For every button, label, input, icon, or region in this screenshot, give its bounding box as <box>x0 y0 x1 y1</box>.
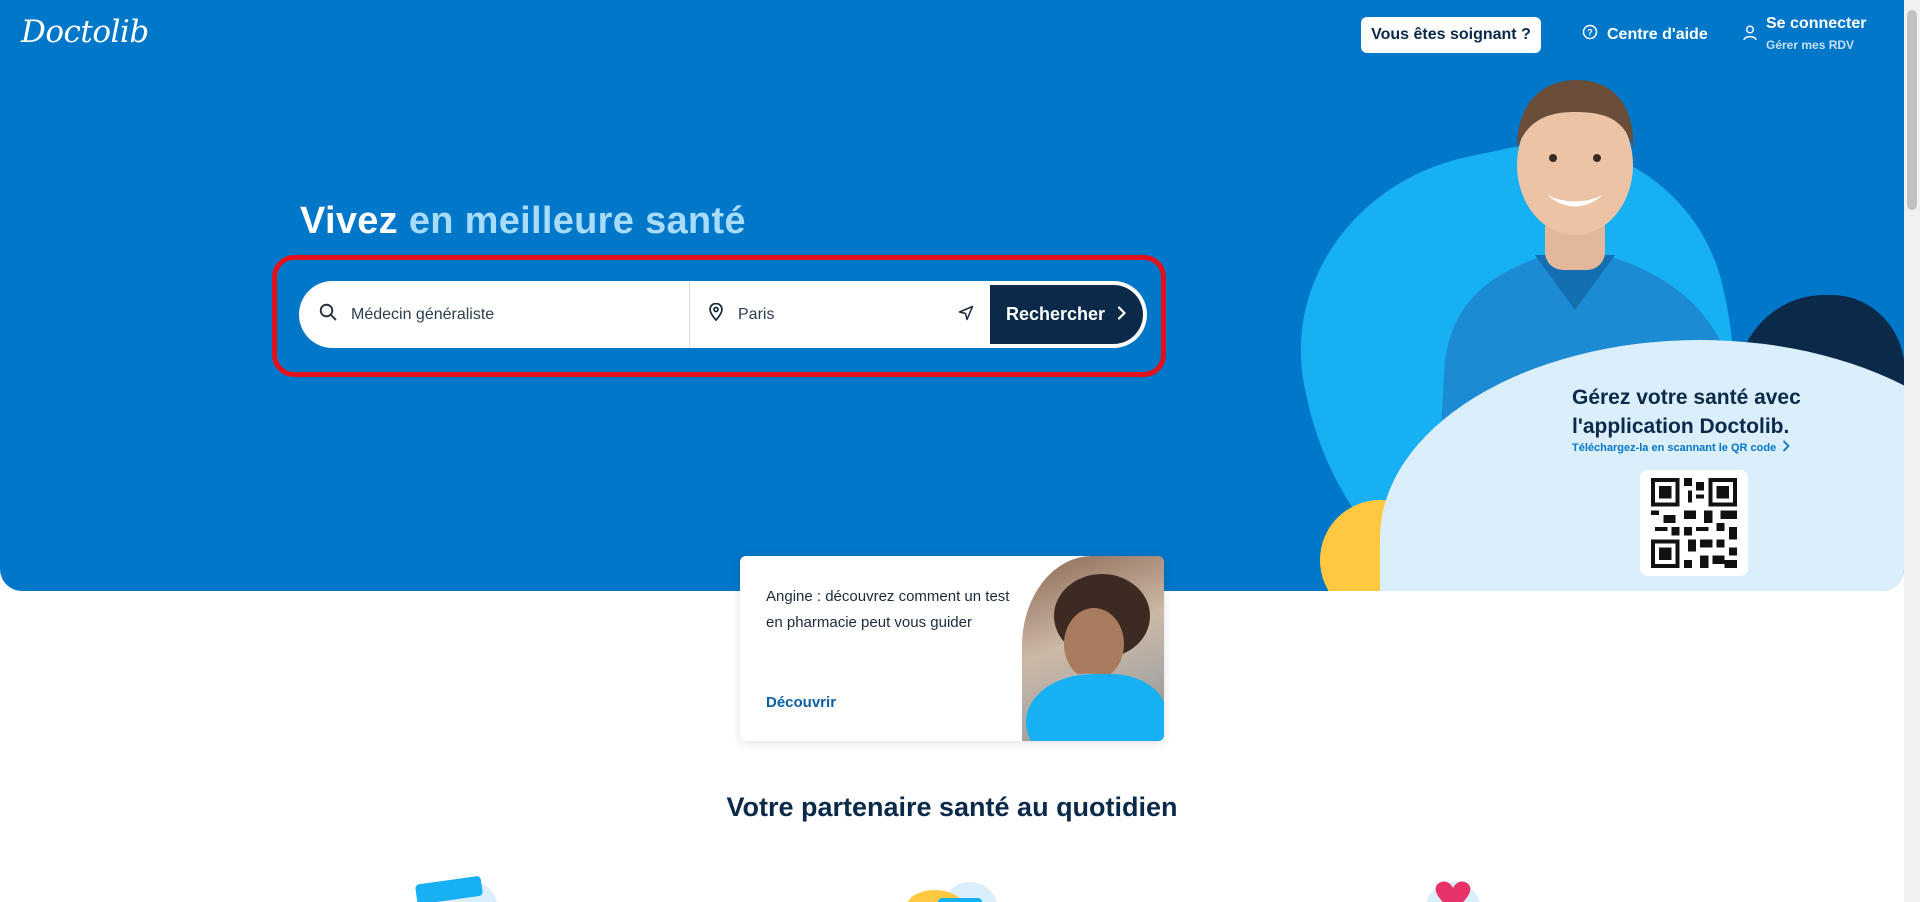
hero-banner: Doctolib Vous êtes soignant ? ? Centre d… <box>0 0 1904 591</box>
navigation-arrow-icon <box>958 305 974 326</box>
search-bar: Rechercher <box>299 281 1147 348</box>
section-title: Votre partenaire santé au quotidien <box>726 792 1178 822</box>
headline-part-1: Vivez <box>300 200 398 242</box>
svg-text:?: ? <box>1587 28 1593 38</box>
headline-part-2: en meilleure santé <box>408 200 746 242</box>
app-promo-title: Gérez votre santé avec l'application Doc… <box>1572 386 1801 438</box>
scrollbar-thumb[interactable] <box>1907 10 1917 210</box>
login-link[interactable]: Se connecter Gérer mes RDV <box>1743 15 1866 52</box>
app-promo-subtitle: Téléchargez-la en scannant le QR code <box>1572 441 1777 454</box>
location-pin-icon <box>708 302 724 326</box>
geolocate-button[interactable] <box>954 303 978 327</box>
specialty-search-field[interactable] <box>299 281 690 348</box>
specialty-input[interactable] <box>351 305 671 324</box>
article-card-text: Angine : découvrez comment un test en ph… <box>766 588 1010 631</box>
feature-illustration-1 <box>415 876 497 902</box>
user-icon <box>1743 25 1757 46</box>
help-center-label: Centre d'aide <box>1607 25 1708 43</box>
feature-illustration-2 <box>907 882 997 902</box>
search-button[interactable]: Rechercher <box>990 285 1143 344</box>
practitioner-button[interactable]: Vous êtes soignant ? <box>1361 17 1541 53</box>
manage-appointments-label: Gérer mes RDV <box>1766 38 1855 52</box>
app-promo-link[interactable]: Téléchargez-la en scannant le QR code <box>1572 440 1790 455</box>
chevron-right-icon <box>1117 304 1127 325</box>
help-center-link[interactable]: ? Centre d'aide <box>1582 24 1708 45</box>
article-discover-link[interactable]: Découvrir <box>766 694 836 711</box>
location-input[interactable] <box>738 305 938 324</box>
doctolib-logo[interactable]: Doctolib <box>21 14 149 50</box>
hero-headline: Vivez en meilleure santé <box>300 200 746 243</box>
search-button-label: Rechercher <box>1005 304 1106 324</box>
feature-illustration-3 <box>1426 881 1480 902</box>
location-search-field[interactable] <box>690 281 990 348</box>
chevron-right-icon <box>1782 440 1790 455</box>
login-label: Se connecter <box>1766 15 1867 32</box>
search-icon <box>319 303 337 326</box>
qr-code <box>1640 470 1748 576</box>
help-circle-icon: ? <box>1582 24 1598 45</box>
page: Doctolib Vous êtes soignant ? ? Centre d… <box>0 0 1920 902</box>
article-card[interactable]: Angine : découvrez comment un test en ph… <box>740 556 1164 741</box>
